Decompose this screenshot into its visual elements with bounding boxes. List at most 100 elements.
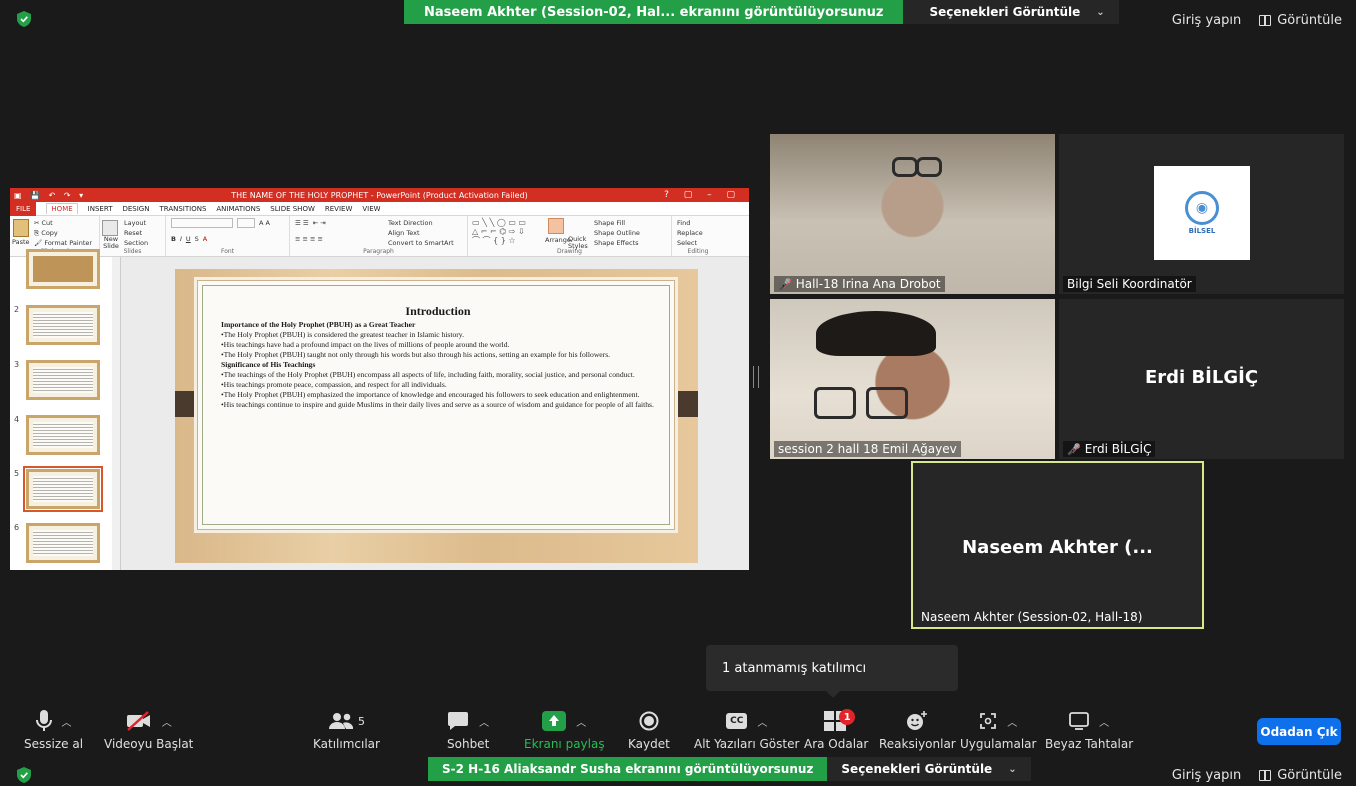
breakout-rooms-button[interactable]: 1 Ara Odalar xyxy=(804,708,868,751)
underline-icon[interactable]: U xyxy=(186,235,191,243)
video-detail xyxy=(916,157,942,177)
apps-label: Uygulamalar xyxy=(960,737,1037,751)
shape-fill-button[interactable]: Shape Fill xyxy=(594,218,640,228)
view-options-button[interactable]: Seçenekleri Görüntüle ⌄ xyxy=(827,757,1031,781)
view-button[interactable]: Görüntüle xyxy=(1259,13,1342,28)
replace-button[interactable]: Replace xyxy=(677,228,719,238)
mute-button[interactable]: ︿ Sessize al xyxy=(24,708,83,751)
italic-icon[interactable]: I xyxy=(180,235,182,243)
view-options-button[interactable]: Seçenekleri Görüntüle ⌄ xyxy=(903,0,1119,24)
video-tile-emil[interactable]: session 2 hall 18 Emil Ağayev xyxy=(770,299,1055,459)
tab-home[interactable]: HOME xyxy=(46,203,78,214)
align-icons[interactable]: ≡ ≡ ≡ ≡ xyxy=(295,235,323,243)
chevron-up-icon[interactable]: ︿ xyxy=(757,714,767,729)
format-painter-button[interactable]: 🖌 Format Painter xyxy=(34,238,92,248)
chat-button[interactable]: ︿ Sohbet xyxy=(447,708,489,751)
slide-thumbnail-4[interactable] xyxy=(26,415,100,455)
thumb-number: 5 xyxy=(14,469,20,478)
chevron-up-icon[interactable]: ︿ xyxy=(162,714,172,729)
shared-screen-powerpoint: ▣ 💾 ↶ ↷ ▾ THE NAME OF THE HOLY PROPHET -… xyxy=(10,188,749,570)
arrange-icon[interactable] xyxy=(548,218,564,234)
paste-icon[interactable] xyxy=(13,219,29,237)
bold-icon[interactable]: B xyxy=(171,235,176,243)
thumbnail-content xyxy=(33,367,93,393)
new-slide-icon[interactable] xyxy=(102,220,118,236)
chevron-up-icon[interactable]: ︿ xyxy=(479,714,489,729)
chevron-up-icon[interactable]: ︿ xyxy=(576,714,586,729)
chevron-up-icon[interactable]: ︿ xyxy=(1099,714,1109,729)
login-link[interactable]: Giriş yapın xyxy=(1172,768,1241,783)
thumbnails-scrollbar[interactable] xyxy=(112,257,120,570)
login-link[interactable]: Giriş yapın xyxy=(1172,13,1241,28)
captions-button[interactable]: CC ︿ Alt Yazıları Göster xyxy=(694,708,799,751)
video-tile-erdi[interactable]: Erdi BİLGİÇ 🎤̸ Erdi BİLGİÇ xyxy=(1059,299,1344,459)
shapes-gallery[interactable]: ▭ ╲ ╲ ◯ ▭ ▭ △ ⌐ ⌐ ⌬ ⇨ ⇩ ⌒ ⌒ { } ☆ xyxy=(472,218,542,245)
font-group: A A BIUSA Font xyxy=(166,216,290,256)
chevron-up-icon[interactable]: ︿ xyxy=(1007,714,1017,729)
chevron-down-icon: ⌄ xyxy=(1008,763,1017,775)
font-name-box[interactable] xyxy=(171,218,233,228)
tab-review[interactable]: REVIEW xyxy=(325,205,352,213)
share-screen-button[interactable]: ︿ Ekranı paylaş xyxy=(524,708,605,751)
convert-smartart-button[interactable]: Convert to SmartArt xyxy=(388,238,454,248)
slide-thumbnail-3[interactable] xyxy=(26,360,100,400)
layout-button[interactable]: Layout xyxy=(124,218,148,228)
participant-name-tag: Bilgi Seli Koordinatör xyxy=(1063,276,1196,292)
window-controls[interactable]: ? ▢ – ▢ xyxy=(664,190,741,200)
font-grow-icon[interactable]: A A xyxy=(259,219,270,227)
tab-design[interactable]: DESIGN xyxy=(122,205,149,213)
indent-icon[interactable]: ⇤ ⇥ xyxy=(313,219,326,227)
record-button[interactable]: Kaydet xyxy=(628,708,670,751)
video-tile-irina[interactable]: 🎤̸ Hall-18 Irina Ana Drobot xyxy=(770,134,1055,294)
select-button[interactable]: Select xyxy=(677,238,719,248)
thumbnail-content xyxy=(33,476,93,502)
tab-view[interactable]: VIEW xyxy=(362,205,380,213)
participants-button[interactable]: 5 Katılımcılar xyxy=(313,708,380,751)
slide-text-box[interactable]: Introduction Importance of the Holy Prop… xyxy=(202,285,670,525)
security-shield-icon[interactable] xyxy=(17,767,31,783)
tab-slide-show[interactable]: SLIDE SHOW xyxy=(270,205,315,213)
slide-thumbnail-2[interactable] xyxy=(26,305,100,345)
tab-transitions[interactable]: TRANSITIONS xyxy=(159,205,206,213)
start-video-button[interactable]: ︿ Videoyu Başlat xyxy=(104,708,193,751)
whiteboards-button[interactable]: ︿ Beyaz Tahtalar xyxy=(1045,708,1133,751)
slide-thumbnail-6[interactable] xyxy=(26,523,100,563)
view-button[interactable]: Görüntüle xyxy=(1259,768,1342,783)
shape-effects-button[interactable]: Shape Effects xyxy=(594,238,640,248)
apps-button[interactable]: ︿ Uygulamalar xyxy=(960,708,1036,751)
shape-outline-button[interactable]: Shape Outline xyxy=(594,228,640,238)
font-size-box[interactable] xyxy=(237,218,255,228)
panel-resize-handle[interactable] xyxy=(753,366,759,388)
text-direction-button[interactable]: Text Direction xyxy=(388,218,454,228)
video-tile-bilgi[interactable]: ◉ BİLSEL Bilgi Seli Koordinatör xyxy=(1059,134,1344,294)
participants-label: Katılımcılar xyxy=(313,737,380,751)
bullets-icon[interactable]: ☰ ☰ xyxy=(295,219,309,227)
video-tile-naseem-active-speaker[interactable]: Naseem Akhter (... Naseem Akhter (Sessio… xyxy=(911,461,1204,629)
align-text-button[interactable]: Align Text xyxy=(388,228,454,238)
reset-button[interactable]: Reset xyxy=(124,228,148,238)
bottom-right-controls: Giriş yapın Görüntüle xyxy=(1172,768,1342,783)
muted-mic-icon: 🎤̸ xyxy=(1067,442,1081,456)
font-color-icon[interactable]: A xyxy=(203,235,207,243)
chevron-up-icon[interactable]: ︿ xyxy=(62,714,72,729)
top-right-controls: Giriş yapın Görüntüle xyxy=(1172,13,1342,28)
slide-thumbnail-5[interactable] xyxy=(23,466,103,512)
whiteboards-label: Beyaz Tahtalar xyxy=(1045,737,1134,751)
thumb-number: 3 xyxy=(14,360,20,369)
leave-room-button[interactable]: Odadan Çık xyxy=(1257,718,1341,745)
copy-button[interactable]: ⎘ Copy xyxy=(34,228,92,238)
section-button[interactable]: Section xyxy=(124,238,148,248)
video-detail xyxy=(816,311,936,356)
video-detail xyxy=(866,387,908,419)
find-button[interactable]: Find xyxy=(677,218,719,228)
reactions-button[interactable]: Reaksiyonlar xyxy=(879,708,956,751)
security-shield-icon[interactable] xyxy=(17,11,31,27)
tab-insert[interactable]: INSERT xyxy=(88,205,113,213)
strike-icon[interactable]: S xyxy=(195,235,199,243)
slide-thumbnail-1[interactable] xyxy=(26,249,100,289)
cut-button[interactable]: ✂ Cut xyxy=(34,218,92,228)
tab-file[interactable]: FILE xyxy=(10,200,37,217)
apps-icon xyxy=(980,713,997,729)
paste-button[interactable]: Paste xyxy=(12,238,30,246)
tab-animations[interactable]: ANIMATIONS xyxy=(216,205,260,213)
